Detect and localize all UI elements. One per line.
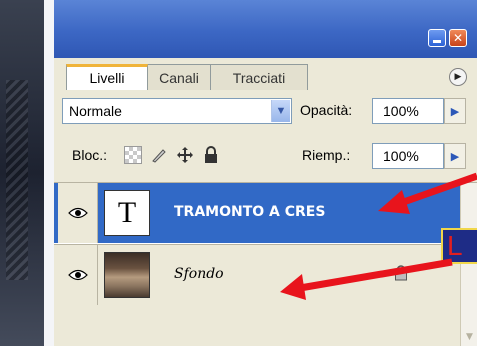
palette-menu-button[interactable]: ▶: [449, 68, 467, 86]
visibility-toggle[interactable]: [58, 245, 98, 305]
close-button[interactable]: ✕: [449, 29, 467, 47]
palette-titlebar: ✕: [54, 0, 477, 58]
blend-row: Normale ▼ Opacità: 100% ▶: [54, 90, 477, 132]
lock-options: [124, 144, 220, 166]
layer-row-tramonto[interactable]: T TRAMONTO A CRES: [54, 183, 460, 243]
minimize-icon: [433, 39, 441, 43]
tab-livelli[interactable]: Livelli: [66, 64, 148, 91]
dropdown-arrow-icon[interactable]: ▼: [271, 100, 290, 122]
layers-list: T TRAMONTO A CRES Sfondo: [54, 183, 460, 346]
opacity-value: 100%: [383, 103, 419, 119]
fill-slider-button[interactable]: ▶: [444, 143, 466, 169]
text-layer-thumbnail: T: [104, 190, 150, 236]
layer-name: Sfondo: [174, 266, 224, 282]
blend-mode-select[interactable]: Normale ▼: [62, 98, 292, 124]
callout-label: L: [441, 228, 477, 264]
lock-all-icon[interactable]: [202, 146, 220, 164]
menu-arrow-icon: ▶: [454, 72, 462, 82]
lock-icon: [394, 265, 408, 285]
layer-row-sfondo[interactable]: Sfondo: [54, 244, 460, 305]
brush-icon[interactable]: [150, 146, 168, 164]
opacity-slider-button[interactable]: ▶: [444, 98, 466, 124]
eye-icon: [67, 207, 88, 219]
opacity-field[interactable]: 100%: [372, 98, 444, 124]
lock-transparency-icon[interactable]: [124, 146, 142, 164]
layer-name: TRAMONTO A CRES: [174, 204, 326, 220]
scroll-down-icon[interactable]: ▼: [462, 329, 477, 344]
lock-row: Bloc.: Riemp.: 100% ▶: [54, 132, 477, 183]
fill-label: Riemp.:: [302, 147, 351, 163]
background-photo-strip: [0, 0, 44, 346]
palette-tabs: Canali Tracciati Livelli ▶: [54, 58, 477, 91]
image-layer-thumbnail: [104, 252, 150, 298]
arrow-right-icon: ▶: [450, 104, 460, 118]
fill-field[interactable]: 100%: [372, 143, 444, 169]
minimize-button[interactable]: [428, 29, 446, 47]
layers-palette: ✕ Canali Tracciati Livelli ▶ Normale ▼ O…: [54, 0, 477, 346]
fill-value: 100%: [383, 148, 419, 164]
close-icon: ✕: [452, 31, 464, 45]
opacity-label: Opacità:: [300, 102, 353, 118]
layers-scrollbar[interactable]: ▼: [460, 183, 477, 346]
move-icon[interactable]: [176, 146, 194, 164]
eye-icon: [67, 269, 88, 281]
window-border: [44, 0, 54, 346]
visibility-toggle[interactable]: [58, 183, 98, 243]
lock-label: Bloc.:: [72, 147, 108, 163]
arrow-right-icon: ▶: [450, 149, 460, 163]
layers-empty-area: [54, 305, 460, 346]
tab-tracciati[interactable]: Tracciati: [210, 64, 308, 90]
tab-canali[interactable]: Canali: [144, 64, 214, 90]
blend-mode-value: Normale: [69, 103, 122, 119]
